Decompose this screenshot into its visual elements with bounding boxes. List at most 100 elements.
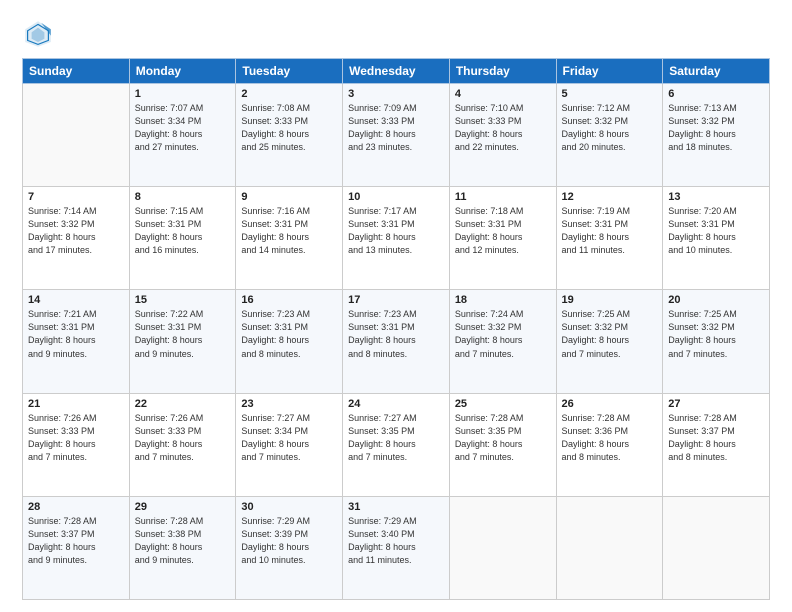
calendar-day-cell — [663, 496, 770, 599]
day-info: Sunrise: 7:13 AMSunset: 3:32 PMDaylight:… — [668, 102, 764, 154]
calendar-day-cell: 7Sunrise: 7:14 AMSunset: 3:32 PMDaylight… — [23, 187, 130, 290]
calendar-table: SundayMondayTuesdayWednesdayThursdayFrid… — [22, 58, 770, 600]
day-number: 11 — [455, 191, 551, 203]
calendar-day-cell: 11Sunrise: 7:18 AMSunset: 3:31 PMDayligh… — [449, 187, 556, 290]
calendar-day-cell: 30 Sunrise: 7:29 AMSunset: 3:39 PMDayligh… — [236, 496, 343, 599]
day-number: 16 — [241, 294, 337, 306]
day-info: Sunrise: 7:22 AMSunset: 3:31 PMDaylight:… — [135, 308, 231, 360]
logo — [22, 18, 58, 50]
day-info: Sunrise: 7:08 AMSunset: 3:33 PMDaylight:… — [241, 102, 337, 154]
day-info: Sunrise: 7:07 AMSunset: 3:34 PMDaylight:… — [135, 102, 231, 154]
day-info: Sunrise: 7:12 AMSunset: 3:32 PMDaylight:… — [562, 102, 658, 154]
day-number: 2 — [241, 88, 337, 100]
day-of-week-header: Thursday — [449, 59, 556, 84]
calendar-week-row: 28 Sunrise: 7:28 AMSunset: 3:37 PMDayligh… — [23, 496, 770, 599]
calendar-day-cell: 24 Sunrise: 7:27 AMSunset: 3:35 PMDayligh… — [343, 393, 450, 496]
day-number: 1 — [135, 88, 231, 100]
day-number: 23 — [241, 398, 337, 410]
calendar-day-cell — [449, 496, 556, 599]
calendar-day-cell: 14 Sunrise: 7:21 AMSunset: 3:31 PMDayligh… — [23, 290, 130, 393]
day-info: Sunrise: 7:23 AMSunset: 3:31 PMDaylight:… — [241, 308, 337, 360]
day-number: 6 — [668, 88, 764, 100]
day-info: Sunrise: 7:15 AMSunset: 3:31 PMDaylight:… — [135, 205, 231, 257]
day-number: 21 — [28, 398, 124, 410]
day-info: Sunrise: 7:25 AMSunset: 3:32 PMDaylight:… — [562, 308, 658, 360]
day-of-week-header: Sunday — [23, 59, 130, 84]
day-info: Sunrise: 7:28 AMSunset: 3:35 PMDaylight:… — [455, 412, 551, 464]
day-number: 5 — [562, 88, 658, 100]
calendar-day-cell: 3Sunrise: 7:09 AMSunset: 3:33 PMDaylight… — [343, 84, 450, 187]
calendar-week-row: 7Sunrise: 7:14 AMSunset: 3:32 PMDaylight… — [23, 187, 770, 290]
day-info: Sunrise: 7:24 AMSunset: 3:32 PMDaylight:… — [455, 308, 551, 360]
day-number: 17 — [348, 294, 444, 306]
day-of-week-header: Monday — [129, 59, 236, 84]
day-number: 29 — [135, 501, 231, 513]
day-info: Sunrise: 7:23 AMSunset: 3:31 PMDaylight:… — [348, 308, 444, 360]
calendar-day-cell: 26 Sunrise: 7:28 AMSunset: 3:36 PMDayligh… — [556, 393, 663, 496]
calendar-day-cell: 25Sunrise: 7:28 AMSunset: 3:35 PMDayligh… — [449, 393, 556, 496]
day-info: Sunrise: 7:29 AMSunset: 3:39 PMDaylight:… — [241, 515, 337, 567]
day-of-week-header: Friday — [556, 59, 663, 84]
day-header-row: SundayMondayTuesdayWednesdayThursdayFrid… — [23, 59, 770, 84]
day-number: 15 — [135, 294, 231, 306]
day-info: Sunrise: 7:28 AMSunset: 3:37 PMDaylight:… — [28, 515, 124, 567]
calendar-day-cell: 29 Sunrise: 7:28 AMSunset: 3:38 PMDayligh… — [129, 496, 236, 599]
calendar-day-cell: 16 Sunrise: 7:23 AMSunset: 3:31 PMDayligh… — [236, 290, 343, 393]
day-number: 8 — [135, 191, 231, 203]
day-number: 24 — [348, 398, 444, 410]
day-info: Sunrise: 7:28 AMSunset: 3:36 PMDaylight:… — [562, 412, 658, 464]
calendar-day-cell: 18 Sunrise: 7:24 AMSunset: 3:32 PMDayligh… — [449, 290, 556, 393]
day-number: 22 — [135, 398, 231, 410]
day-number: 10 — [348, 191, 444, 203]
day-number: 19 — [562, 294, 658, 306]
day-number: 18 — [455, 294, 551, 306]
day-number: 12 — [562, 191, 658, 203]
calendar-day-cell: 21 Sunrise: 7:26 AMSunset: 3:33 PMDayligh… — [23, 393, 130, 496]
calendar-week-row: 1 Sunrise: 7:07 AMSunset: 3:34 PMDaylight… — [23, 84, 770, 187]
header — [22, 18, 770, 50]
day-info: Sunrise: 7:27 AMSunset: 3:35 PMDaylight:… — [348, 412, 444, 464]
calendar-day-cell: 9Sunrise: 7:16 AMSunset: 3:31 PMDaylight… — [236, 187, 343, 290]
calendar-day-cell: 4 Sunrise: 7:10 AMSunset: 3:33 PMDaylight… — [449, 84, 556, 187]
day-number: 4 — [455, 88, 551, 100]
day-info: Sunrise: 7:28 AMSunset: 3:37 PMDaylight:… — [668, 412, 764, 464]
calendar-day-cell: 27 Sunrise: 7:28 AMSunset: 3:37 PMDayligh… — [663, 393, 770, 496]
calendar-body: 1 Sunrise: 7:07 AMSunset: 3:34 PMDaylight… — [23, 84, 770, 600]
day-number: 26 — [562, 398, 658, 410]
day-info: Sunrise: 7:21 AMSunset: 3:31 PMDaylight:… — [28, 308, 124, 360]
day-number: 28 — [28, 501, 124, 513]
day-info: Sunrise: 7:14 AMSunset: 3:32 PMDaylight:… — [28, 205, 124, 257]
calendar-day-cell: 28 Sunrise: 7:28 AMSunset: 3:37 PMDayligh… — [23, 496, 130, 599]
day-number: 27 — [668, 398, 764, 410]
day-number: 30 — [241, 501, 337, 513]
calendar-day-cell: 15 Sunrise: 7:22 AMSunset: 3:31 PMDayligh… — [129, 290, 236, 393]
day-of-week-header: Wednesday — [343, 59, 450, 84]
calendar-day-cell: 31 Sunrise: 7:29 AMSunset: 3:40 PMDayligh… — [343, 496, 450, 599]
calendar-day-cell: 8 Sunrise: 7:15 AMSunset: 3:31 PMDaylight… — [129, 187, 236, 290]
calendar-day-cell: 23Sunrise: 7:27 AMSunset: 3:34 PMDayligh… — [236, 393, 343, 496]
day-info: Sunrise: 7:29 AMSunset: 3:40 PMDaylight:… — [348, 515, 444, 567]
day-info: Sunrise: 7:09 AMSunset: 3:33 PMDaylight:… — [348, 102, 444, 154]
day-info: Sunrise: 7:10 AMSunset: 3:33 PMDaylight:… — [455, 102, 551, 154]
day-of-week-header: Tuesday — [236, 59, 343, 84]
day-info: Sunrise: 7:28 AMSunset: 3:38 PMDaylight:… — [135, 515, 231, 567]
day-number: 31 — [348, 501, 444, 513]
day-of-week-header: Saturday — [663, 59, 770, 84]
calendar-day-cell: 10 Sunrise: 7:17 AMSunset: 3:31 PMDayligh… — [343, 187, 450, 290]
calendar-day-cell: 13Sunrise: 7:20 AMSunset: 3:31 PMDayligh… — [663, 187, 770, 290]
day-info: Sunrise: 7:25 AMSunset: 3:32 PMDaylight:… — [668, 308, 764, 360]
logo-icon — [22, 18, 54, 50]
calendar-day-cell: 5 Sunrise: 7:12 AMSunset: 3:32 PMDaylight… — [556, 84, 663, 187]
calendar-week-row: 21 Sunrise: 7:26 AMSunset: 3:33 PMDayligh… — [23, 393, 770, 496]
day-info: Sunrise: 7:26 AMSunset: 3:33 PMDaylight:… — [28, 412, 124, 464]
calendar-day-cell: 20Sunrise: 7:25 AMSunset: 3:32 PMDayligh… — [663, 290, 770, 393]
calendar-day-cell — [23, 84, 130, 187]
day-info: Sunrise: 7:17 AMSunset: 3:31 PMDaylight:… — [348, 205, 444, 257]
calendar-week-row: 14 Sunrise: 7:21 AMSunset: 3:31 PMDayligh… — [23, 290, 770, 393]
day-number: 14 — [28, 294, 124, 306]
day-info: Sunrise: 7:19 AMSunset: 3:31 PMDaylight:… — [562, 205, 658, 257]
calendar-day-cell — [556, 496, 663, 599]
calendar-day-cell: 1 Sunrise: 7:07 AMSunset: 3:34 PMDaylight… — [129, 84, 236, 187]
calendar-header: SundayMondayTuesdayWednesdayThursdayFrid… — [23, 59, 770, 84]
calendar-day-cell: 12 Sunrise: 7:19 AMSunset: 3:31 PMDayligh… — [556, 187, 663, 290]
